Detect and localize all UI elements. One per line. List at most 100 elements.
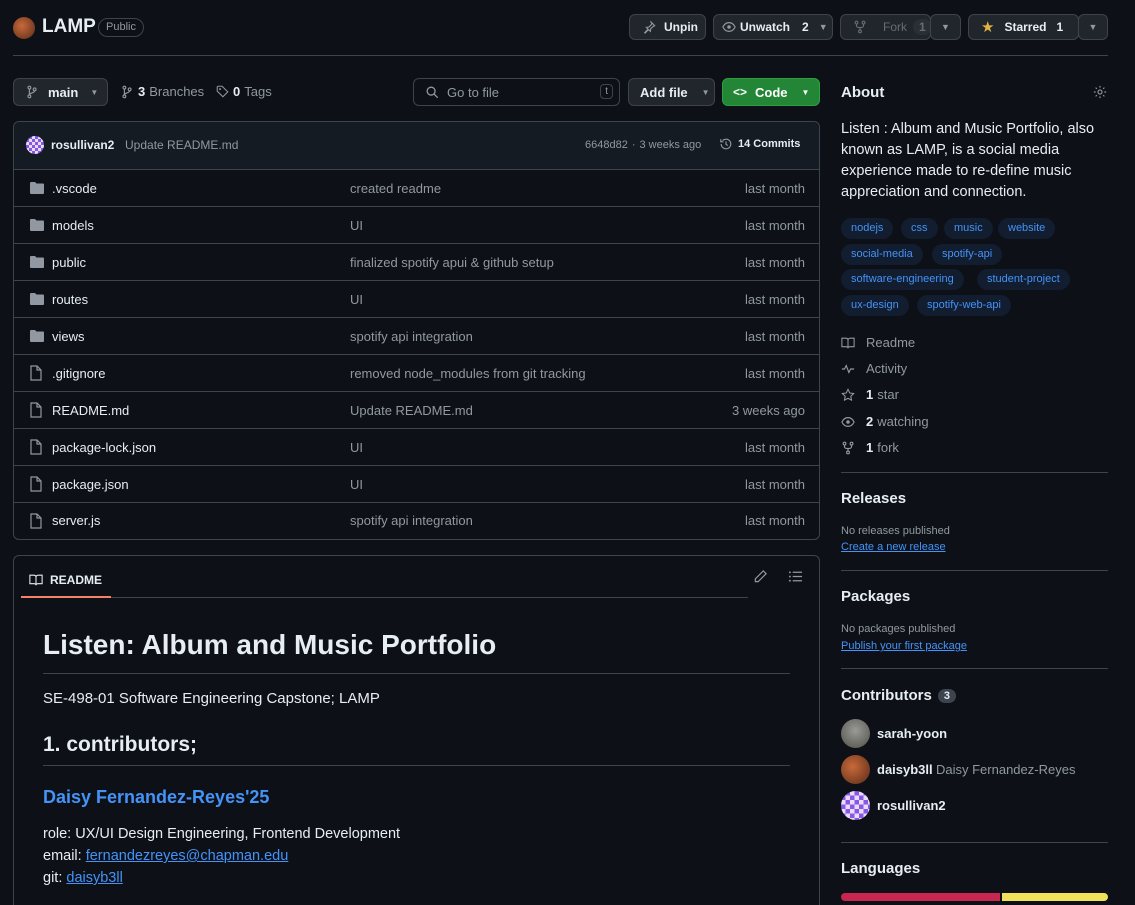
readme-link[interactable]: Readme [841,335,915,350]
file-icon [29,476,43,492]
file-name[interactable]: package-lock.json [52,440,156,455]
readme-title: Listen: Album and Music Portfolio [43,629,497,660]
file-row[interactable]: public finalized spotify apui & github se… [14,243,820,280]
contributors-count: 3 [937,688,956,703]
file-name[interactable]: README.md [52,403,129,418]
commit-author-avatar[interactable] [26,136,44,154]
forks-link[interactable]: 1 fork [841,440,899,455]
languages-title: Languages [841,860,921,877]
watching-link[interactable]: 2 watching [841,414,929,429]
outline-list-icon[interactable] [788,569,803,584]
file-row[interactable]: package-lock.json UI last month [14,428,820,465]
contributor-login[interactable]: sarah-yoon [877,726,947,741]
file-commit-message[interactable]: Update README.md [350,403,473,418]
branch-selector[interactable]: main ▼ [13,78,108,106]
edit-readme-icon[interactable] [753,569,768,584]
topic-tag[interactable]: student-project [977,269,1070,290]
create-release-link[interactable]: Create a new release [841,541,946,553]
topic-tag[interactable]: software-engineering [841,269,964,290]
starred-button[interactable]: ★ Starred 1 [968,14,1079,40]
contributor-avatar[interactable] [841,755,870,784]
file-commit-message[interactable]: spotify api integration [350,329,473,344]
file-row[interactable]: models UI last month [14,206,820,243]
contributor-avatar[interactable] [841,791,870,820]
file-name[interactable]: public [52,255,86,270]
shortcut-key: t [600,84,613,99]
commit-time: 3 weeks ago [639,139,702,151]
folder-icon [29,181,45,195]
commit-author[interactable]: rosullivan2 [51,138,114,152]
publish-package-link[interactable]: Publish your first package [841,640,967,652]
releases-title[interactable]: Releases [841,490,906,507]
code-button[interactable]: <> Code ▼ [722,78,820,106]
no-releases-text: No releases published [841,525,950,537]
repo-avatar[interactable] [13,17,35,39]
file-commit-message[interactable]: UI [350,477,363,492]
file-row[interactable]: server.js spotify api integration last mon… [14,502,820,538]
chevron-down-icon: ▼ [818,22,828,32]
file-name[interactable]: .gitignore [52,366,105,381]
go-to-file-input[interactable]: Go to file t [413,78,620,106]
language-segment[interactable] [841,893,1000,901]
file-commit-message[interactable]: created readme [350,181,441,196]
readme-tab[interactable]: README [21,563,111,598]
email-link[interactable]: fernandezreyes@chapman.edu [86,848,289,864]
topic-tag[interactable]: spotify-web-api [917,295,1011,316]
packages-title[interactable]: Packages [841,588,910,605]
file-commit-date: last month [745,217,805,233]
topic-tag[interactable]: social-media [841,244,923,265]
topic-tag[interactable]: spotify-api [932,244,1003,265]
topic-tag[interactable]: music [944,218,993,239]
topic-tag[interactable]: nodejs [841,218,894,239]
file-name[interactable]: server.js [52,513,100,528]
unpin-button[interactable]: Unpin [629,14,706,40]
file-name[interactable]: package.json [52,477,129,492]
fork-dropdown[interactable]: ▼ [930,14,961,40]
repo-name[interactable]: LAMP [42,16,96,38]
file-row[interactable]: .vscode created readme last month [14,169,820,206]
language-segment[interactable] [1002,893,1108,901]
unwatch-button[interactable]: Unwatch 2 ▼ [713,14,833,40]
star-dropdown[interactable]: ▼ [1078,14,1108,40]
file-commit-date: 3 weeks ago [732,402,805,418]
file-icon [29,512,43,529]
readme-role-line: role: UX/UI Design Engineering, Frontend… [43,826,401,842]
contributor-login[interactable]: daisyb3ll [877,762,933,777]
topic-tag[interactable]: ux-design [841,295,909,316]
branches-link[interactable]: 3 Branches [121,84,204,99]
file-commit-date: last month [745,291,805,307]
file-name[interactable]: models [52,218,94,233]
file-commit-message[interactable]: removed node_modules from git tracking [350,366,586,381]
file-commit-message[interactable]: finalized spotify apui & github setup [350,255,554,270]
contributor-login[interactable]: rosullivan2 [877,798,946,813]
file-row[interactable]: views spotify api integration last month [14,317,820,354]
topic-tag[interactable]: css [901,218,938,239]
commits-link[interactable]: 14 Commits [719,137,800,151]
readme-h1-divider [43,673,790,674]
add-file-button[interactable]: Add file ▼ [628,78,715,106]
commit-hash[interactable]: 6648d82 [585,139,628,151]
file-name[interactable]: views [52,329,85,344]
contributors-title[interactable]: Contributors 3 [841,687,956,704]
git-link[interactable]: daisyb3ll [66,870,122,886]
readme-contributor-name[interactable]: Daisy Fernandez-Reyes'25 [43,787,269,808]
file-commit-date: last month [745,180,805,196]
file-commit-message[interactable]: UI [350,292,363,307]
tags-link[interactable]: 0 Tags [216,84,272,99]
file-row[interactable]: .gitignore removed node_modules from git … [14,354,820,391]
contributor-avatar[interactable] [841,719,870,748]
file-name[interactable]: .vscode [52,181,97,196]
commit-message[interactable]: Update README.md [125,138,238,152]
file-name[interactable]: routes [52,292,88,307]
file-commit-message[interactable]: spotify api integration [350,513,473,528]
file-commit-message[interactable]: UI [350,440,363,455]
file-row[interactable]: routes UI last month [14,280,820,317]
gear-icon[interactable] [1093,85,1107,99]
activity-link[interactable]: Activity [841,361,907,376]
stars-link[interactable]: 1 star [841,387,899,402]
file-commit-message[interactable]: UI [350,218,363,233]
topic-tag[interactable]: website [998,218,1056,239]
file-row[interactable]: package.json UI last month [14,465,820,502]
file-row[interactable]: README.md Update README.md 3 weeks ago [14,391,820,428]
fork-button[interactable]: Fork 1 [840,14,932,40]
